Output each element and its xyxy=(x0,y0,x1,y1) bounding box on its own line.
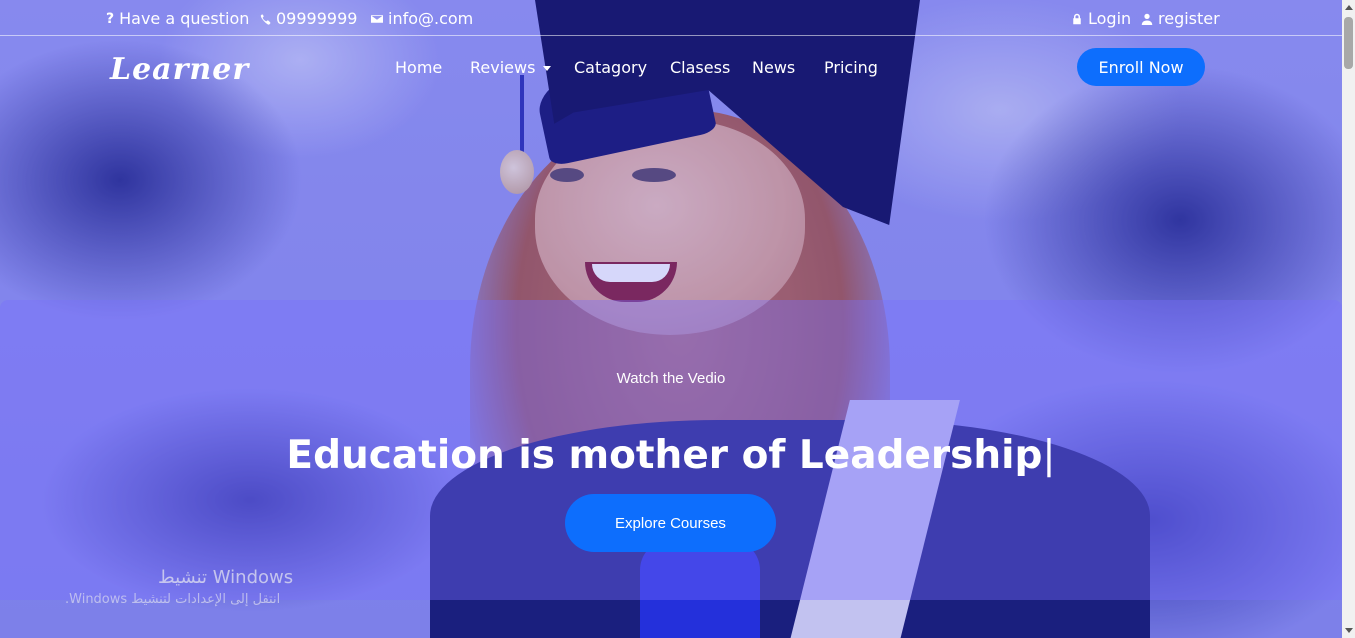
lock-icon xyxy=(1073,13,1081,24)
windows-activation-title: تنشيط Windows xyxy=(158,567,294,588)
windows-activation-message: انتقل إلى الإعدادات لتنشيط Windows. xyxy=(65,592,281,607)
email-link[interactable]: info@.com xyxy=(371,9,473,28)
user-icon xyxy=(1141,13,1153,25)
caret-down-icon xyxy=(543,66,552,71)
login-link[interactable]: Login xyxy=(1071,9,1131,28)
nav-category[interactable]: Catagory xyxy=(574,58,647,77)
question-icon: ? xyxy=(106,10,115,27)
hero-title-text: Education is mother of Leadership xyxy=(286,433,1043,478)
nav-reviews[interactable]: Reviews xyxy=(470,58,552,77)
nav-reviews-label: Reviews xyxy=(470,58,536,77)
hero-title: Education is mother of Leadership| xyxy=(0,433,1342,478)
question-label: Have a question xyxy=(119,9,250,28)
enroll-now-button[interactable]: Enroll Now xyxy=(1077,48,1205,86)
nav-news[interactable]: News xyxy=(752,58,795,77)
scroll-down-arrow-icon[interactable] xyxy=(1345,628,1353,633)
explore-courses-button[interactable]: Explore Courses xyxy=(565,494,776,552)
login-label: Login xyxy=(1088,9,1132,28)
watch-video-link[interactable]: Watch the Vedio xyxy=(0,370,1342,387)
register-link[interactable]: register xyxy=(1141,9,1220,28)
phone-link[interactable]: 09999999 xyxy=(259,9,357,28)
nav-home[interactable]: Home xyxy=(395,58,442,77)
envelope-icon xyxy=(371,14,383,23)
scroll-up-arrow-icon[interactable] xyxy=(1345,5,1353,10)
question-link[interactable]: ? Have a question xyxy=(106,9,249,28)
page-scrollbar[interactable] xyxy=(1342,0,1355,638)
phone-number: 09999999 xyxy=(276,9,358,28)
brand-logo[interactable]: Learner xyxy=(110,52,249,87)
top-info-bar: ? Have a question 09999999 info@.com Log… xyxy=(0,0,1342,36)
phone-icon xyxy=(260,13,271,25)
nav-classes[interactable]: Clasess xyxy=(670,58,730,77)
scroll-thumb[interactable] xyxy=(1344,17,1353,69)
register-label: register xyxy=(1158,9,1220,28)
typing-cursor: | xyxy=(1042,433,1056,478)
nav-pricing[interactable]: Pricing xyxy=(824,58,878,77)
email-address: info@.com xyxy=(388,9,474,28)
